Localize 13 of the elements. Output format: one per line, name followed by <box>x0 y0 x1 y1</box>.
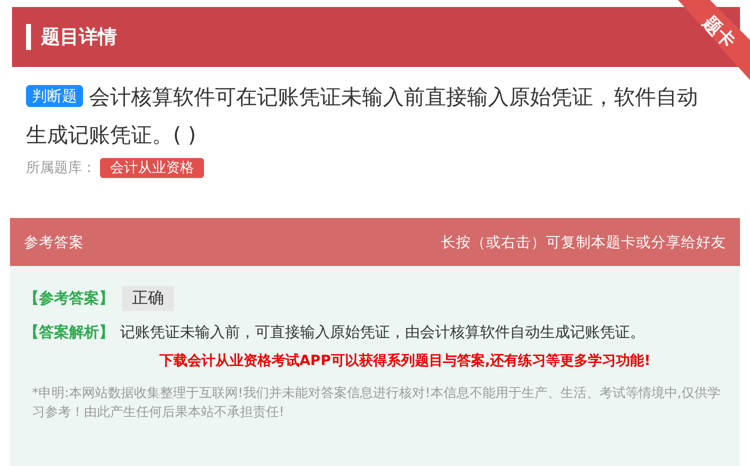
share-hint: 长按（或右击）可复制本题卡或分享给好友 <box>441 234 726 252</box>
app-promo-text: 下载会计从业资格考试APP可以获得系列题目与答案,还有练习等更多学习功能! <box>158 352 652 370</box>
source-label: 所属题库： <box>26 159 96 177</box>
source-tag[interactable]: 会计从业资格 <box>100 158 204 178</box>
disclaimer-text: *申明:本网站数据收集整理于互联网!我们并未能对答案信息进行核对!本信息不能用于生产、生活、考试等情境中,仅供学习参考！由此产生任何后果本站不承担责任! <box>32 385 722 422</box>
answer-label: 【参考答案】 <box>24 289 114 308</box>
question-text: $^{判断题}$ 会计核算软件可在记账凭证未输入前直接输入原始凭证，软件自动生成记账凭证。( ) <box>25 84 699 149</box>
title-bar-mark <box>26 24 31 50</box>
answer-section-title: 参考答案 <box>24 234 84 252</box>
analysis-label: 【答案解析】 <box>24 323 114 342</box>
analysis-text: 记账凭证未输入前，可直接输入原始凭证，由会计核算软件自动生成记账凭证。 <box>120 323 645 342</box>
page-title: 题目详情 <box>41 25 117 50</box>
answer-value: 正确 <box>122 286 174 311</box>
